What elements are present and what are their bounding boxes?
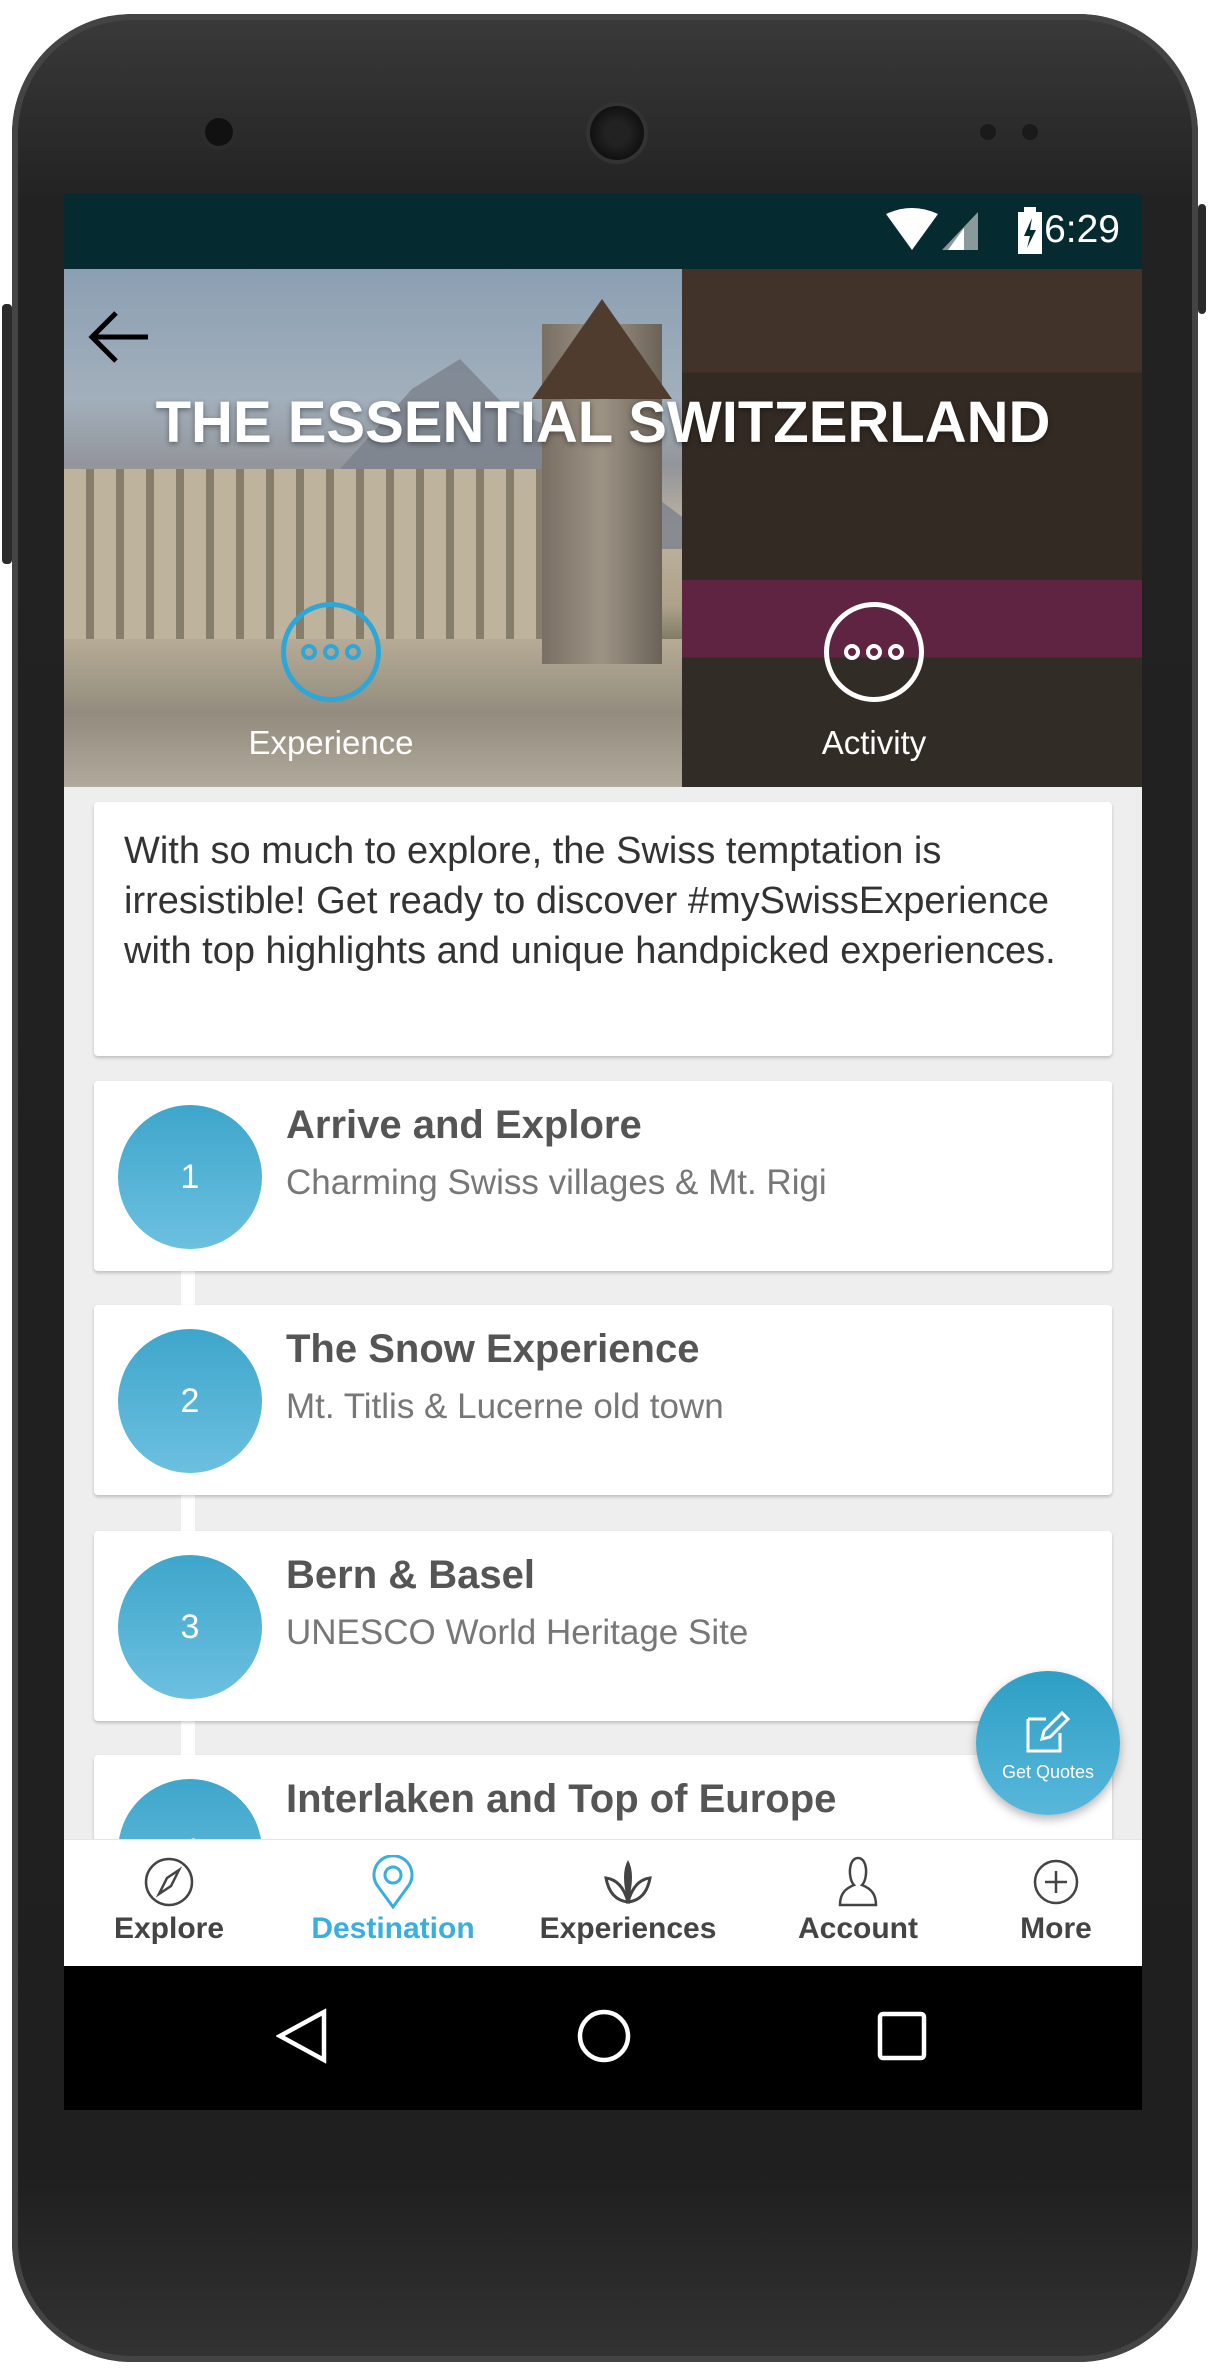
- itinerary-item[interactable]: 3 Bern & Basel UNESCO World Heritage Sit…: [94, 1531, 1112, 1721]
- item-title: Interlaken and Top of Europe: [286, 1777, 837, 1821]
- system-back-button[interactable]: [276, 2008, 328, 2064]
- screen: 6:29 THE ESSENTIAL SWITZERLAND Experienc…: [64, 194, 1142, 2110]
- nav-destination[interactable]: Destination: [293, 1854, 493, 1946]
- day-badge: 3: [118, 1555, 262, 1699]
- nav-label: Account: [798, 1912, 918, 1945]
- nav-more[interactable]: More: [956, 1854, 1142, 1946]
- tab-label: Activity: [821, 724, 927, 761]
- arrow-left-icon: [88, 311, 148, 363]
- user-icon: [838, 1856, 878, 1907]
- bottom-nav: Explore Destination Experiences Account …: [64, 1839, 1142, 1966]
- day-badge: 2: [118, 1329, 262, 1473]
- clock: 6:29: [1044, 208, 1120, 251]
- power-button: [1198, 204, 1206, 314]
- item-title: Bern & Basel: [286, 1553, 535, 1597]
- item-title: The Snow Experience: [286, 1327, 700, 1371]
- nav-label: Explore: [113, 1912, 225, 1945]
- item-title: Arrive and Explore: [286, 1103, 642, 1147]
- description-card: With so much to explore, the Swiss tempt…: [94, 802, 1112, 1056]
- edit-icon: [1026, 1710, 1071, 1753]
- nav-account[interactable]: Account: [758, 1854, 958, 1946]
- system-recents-button[interactable]: [876, 2008, 928, 2064]
- hero-banner: THE ESSENTIAL SWITZERLAND Experience Act…: [64, 269, 1142, 787]
- back-button[interactable]: [86, 307, 152, 367]
- compass-icon: [144, 1857, 194, 1907]
- tab-label: Experience: [248, 724, 414, 761]
- tab-experience[interactable]: Experience: [231, 602, 431, 762]
- wifi-icon: [886, 208, 938, 250]
- nav-explore[interactable]: Explore: [69, 1854, 269, 1946]
- fab-label: Get Quotes: [1001, 1762, 1095, 1782]
- nav-label: Experiences: [539, 1912, 717, 1945]
- status-bar: 6:29: [64, 194, 1142, 269]
- front-camera: [205, 118, 233, 146]
- system-home-button[interactable]: [576, 2008, 632, 2064]
- dots-circle-icon: [281, 602, 381, 702]
- page-title: THE ESSENTIAL SWITZERLAND: [155, 390, 1051, 455]
- system-nav-bar: [64, 1966, 1142, 2110]
- speaker-grille: [590, 106, 644, 160]
- itinerary-item[interactable]: 1 Arrive and Explore Charming Swiss vill…: [94, 1081, 1112, 1271]
- battery-charging-icon: [1018, 207, 1042, 254]
- nav-label: Destination: [311, 1912, 475, 1945]
- itinerary-item[interactable]: 2 The Snow Experience Mt. Titlis & Lucer…: [94, 1305, 1112, 1495]
- sensor: [980, 124, 996, 140]
- wifi-signal-icons: [886, 208, 978, 250]
- day-badge: 1: [118, 1105, 262, 1249]
- lotus-icon: [604, 1860, 652, 1904]
- item-subtitle: Mt. Titlis & Lucerne old town: [286, 1387, 724, 1426]
- item-subtitle: UNESCO World Heritage Site: [286, 1613, 749, 1652]
- get-quotes-button[interactable]: Get Quotes: [976, 1671, 1120, 1815]
- nav-label: More: [1020, 1912, 1092, 1945]
- dots-circle-icon: [824, 602, 924, 702]
- item-subtitle: Charming Swiss villages & Mt. Rigi: [286, 1163, 827, 1202]
- tab-activity[interactable]: Activity: [774, 602, 974, 762]
- nav-experiences[interactable]: Experiences: [528, 1854, 728, 1946]
- side-button: [2, 304, 12, 564]
- plus-circle-icon: [1033, 1859, 1079, 1905]
- map-pin-icon: [372, 1855, 414, 1909]
- sensor: [1022, 124, 1038, 140]
